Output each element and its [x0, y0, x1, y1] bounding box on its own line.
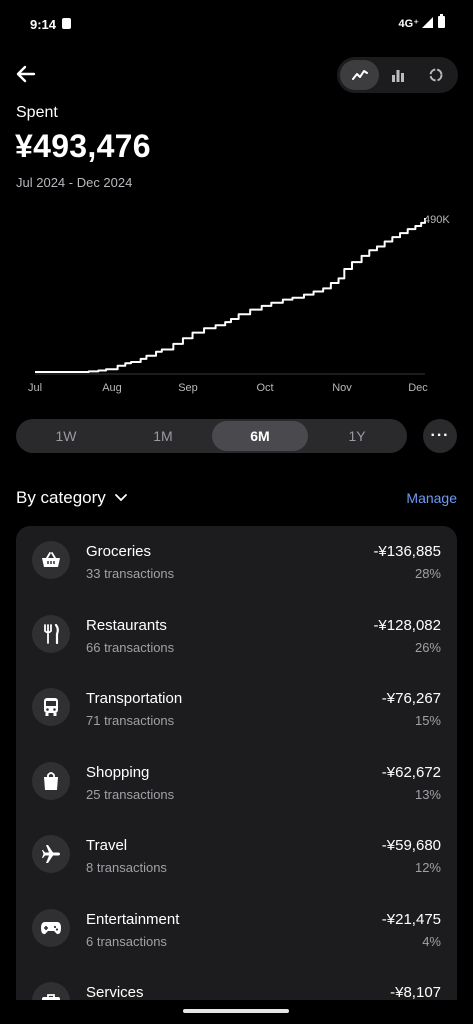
bar-chart-icon: [391, 70, 404, 82]
transaction-count: 6 transactions: [86, 933, 167, 949]
category-row-restaurants[interactable]: Restaurants 66 transactions -¥128,082 26%: [16, 600, 457, 673]
x-tick-label: Dec: [408, 382, 428, 394]
x-tick-label: Jul: [28, 382, 42, 394]
category-row-groceries[interactable]: Groceries 33 transactions -¥136,885 28%: [16, 526, 457, 599]
category-amount: -¥128,082: [373, 616, 441, 634]
category-name: Shopping: [86, 763, 150, 781]
category-name: Transportation: [86, 690, 183, 707]
manage-link[interactable]: Manage: [406, 490, 457, 506]
bus-icon: [32, 688, 70, 726]
range-option-6m[interactable]: 6M: [212, 421, 308, 451]
home-indicator[interactable]: [183, 1009, 289, 1013]
category-dropdown[interactable]: By category: [16, 488, 128, 508]
category-row-transportation[interactable]: Transportation 71 transactions -¥76,267 15%: [16, 673, 457, 746]
transaction-count: 25 transactions: [86, 786, 175, 802]
category-percent: 28%: [414, 566, 441, 581]
line-chart-icon: [351, 70, 368, 80]
spent-label: Spent: [16, 104, 58, 121]
chart-view-toggle: [337, 57, 458, 93]
range-option-1m[interactable]: 1M: [115, 421, 211, 451]
gamepad-icon: [32, 908, 70, 947]
x-tick-label: Nov: [332, 382, 352, 394]
ring-chart-icon: [429, 68, 442, 82]
x-tick-label: Aug: [102, 382, 122, 394]
category-percent: 13%: [414, 786, 441, 802]
category-percent: 4%: [422, 933, 441, 949]
spending-line-chart: 490K Jul Aug Sep Oct Nov Dec: [28, 214, 450, 394]
category-name: Groceries: [86, 543, 152, 560]
category-percent: 26%: [414, 639, 441, 655]
category-row-entertainment[interactable]: Entertainment 6 transactions -¥21,475 4%: [16, 894, 457, 967]
category-percent: 12%: [414, 860, 441, 875]
end-value-label: 490K: [424, 214, 450, 226]
time-range-selector: 1W 1M 6M 1Y: [16, 419, 407, 453]
airplane-icon: [32, 835, 70, 873]
category-amount: -¥62,672: [381, 763, 441, 781]
transaction-count: 33 transactions: [86, 566, 175, 581]
category-amount: -¥136,885: [373, 543, 441, 560]
more-button[interactable]: ···: [423, 419, 457, 453]
x-tick-label: Sep: [178, 382, 198, 394]
basket-icon: [32, 541, 70, 579]
view-bar-button[interactable]: [378, 60, 417, 90]
x-tick-label: Oct: [256, 382, 273, 394]
category-row-shopping[interactable]: Shopping 25 transactions -¥62,672 13%: [16, 747, 457, 820]
transaction-count: 66 transactions: [86, 639, 175, 655]
back-button[interactable]: [14, 62, 38, 86]
category-amount: -¥76,267: [381, 690, 441, 707]
category-name: Entertainment: [86, 910, 180, 928]
fork-knife-icon: [32, 614, 70, 653]
date-range: Jul 2024 - Dec 2024: [16, 175, 133, 190]
category-list: Groceries 33 transactions -¥136,885 28% Rest…: [16, 526, 457, 1024]
category-title: By category: [16, 488, 106, 507]
range-option-1w[interactable]: 1W: [18, 421, 114, 451]
more-horizontal-icon: ···: [430, 427, 450, 444]
category-row-travel[interactable]: Travel 8 transactions -¥59,680 12%: [16, 820, 457, 893]
network-type: 4G⁺: [398, 18, 419, 30]
spent-amount: ¥493,476: [15, 128, 151, 164]
category-amount: -¥59,680: [381, 837, 441, 854]
category-name: Restaurants: [86, 616, 167, 634]
notification-icon: [62, 18, 71, 29]
chevron-down-icon: [114, 494, 127, 502]
status-time: 9:14: [30, 17, 57, 32]
range-option-1y[interactable]: 1Y: [309, 421, 405, 451]
arrow-left-icon: [16, 65, 36, 83]
category-percent: 15%: [414, 713, 441, 728]
category-name: Travel: [86, 837, 128, 854]
shopping-bag-icon: [32, 761, 70, 800]
category-amount: -¥8,107: [390, 984, 441, 1001]
transaction-count: 8 transactions: [86, 860, 167, 875]
category-amount: -¥21,475: [381, 910, 441, 928]
signal-icon: [422, 17, 433, 28]
series-line: [35, 218, 426, 373]
view-ring-button[interactable]: [416, 60, 455, 90]
battery-icon: [438, 14, 445, 28]
category-name: Services: [86, 984, 144, 1001]
transaction-count: 71 transactions: [86, 713, 175, 728]
view-line-button[interactable]: [340, 60, 379, 90]
